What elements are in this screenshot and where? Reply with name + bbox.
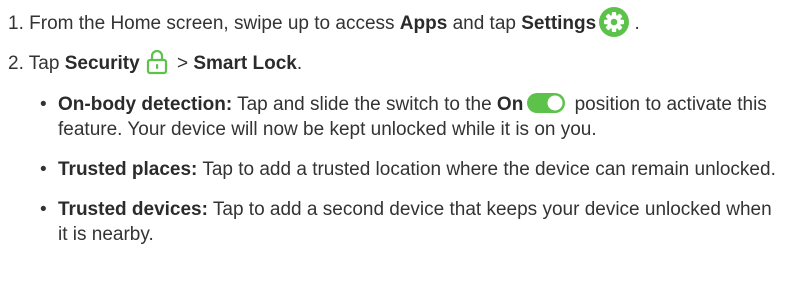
apps-label: Apps: [399, 13, 448, 35]
on-label: On: [496, 94, 524, 115]
step-text: >: [171, 53, 194, 75]
bullet-label: Trusted places:: [58, 159, 198, 180]
bullet-text: Tap and slide the switch to the: [232, 94, 497, 115]
step-number: 2.: [8, 53, 24, 75]
toggle-switch-icon: [527, 92, 566, 113]
settings-gear-icon: [599, 7, 630, 37]
smart-lock-label: Smart Lock: [193, 53, 297, 75]
lock-icon: [146, 49, 168, 75]
step-number: 1.: [8, 13, 24, 35]
security-label: Security: [64, 53, 140, 75]
settings-label: Settings: [521, 13, 597, 35]
bullet-label: On-body detection:: [58, 94, 233, 115]
list-item-trusted-places: Trusted places: Tap to add a trusted loc…: [38, 157, 783, 182]
step-text: .: [629, 13, 640, 35]
step-1: 1. From the Home screen, swipe up to acc…: [8, 7, 640, 39]
list-item-on-body-detection: On-body detection: Tap and slide the swi…: [38, 92, 783, 142]
step-2: 2. Tap Security > Smart Lock.: [8, 49, 303, 77]
bullet-label: Trusted devices:: [58, 199, 208, 220]
option-list: On-body detection: Tap and slide the swi…: [38, 92, 783, 247]
step-text: .: [296, 53, 303, 75]
step-text: and tap: [447, 13, 522, 35]
list-item-trusted-devices: Trusted devices: Tap to add a second dev…: [38, 197, 783, 247]
instructions-document: 1. From the Home screen, swipe up to acc…: [0, 0, 800, 288]
step-text: Tap: [28, 53, 65, 75]
bullet-text: Tap to add a trusted location where the …: [197, 159, 776, 180]
step-text: From the Home screen, swipe up to access: [29, 13, 400, 35]
